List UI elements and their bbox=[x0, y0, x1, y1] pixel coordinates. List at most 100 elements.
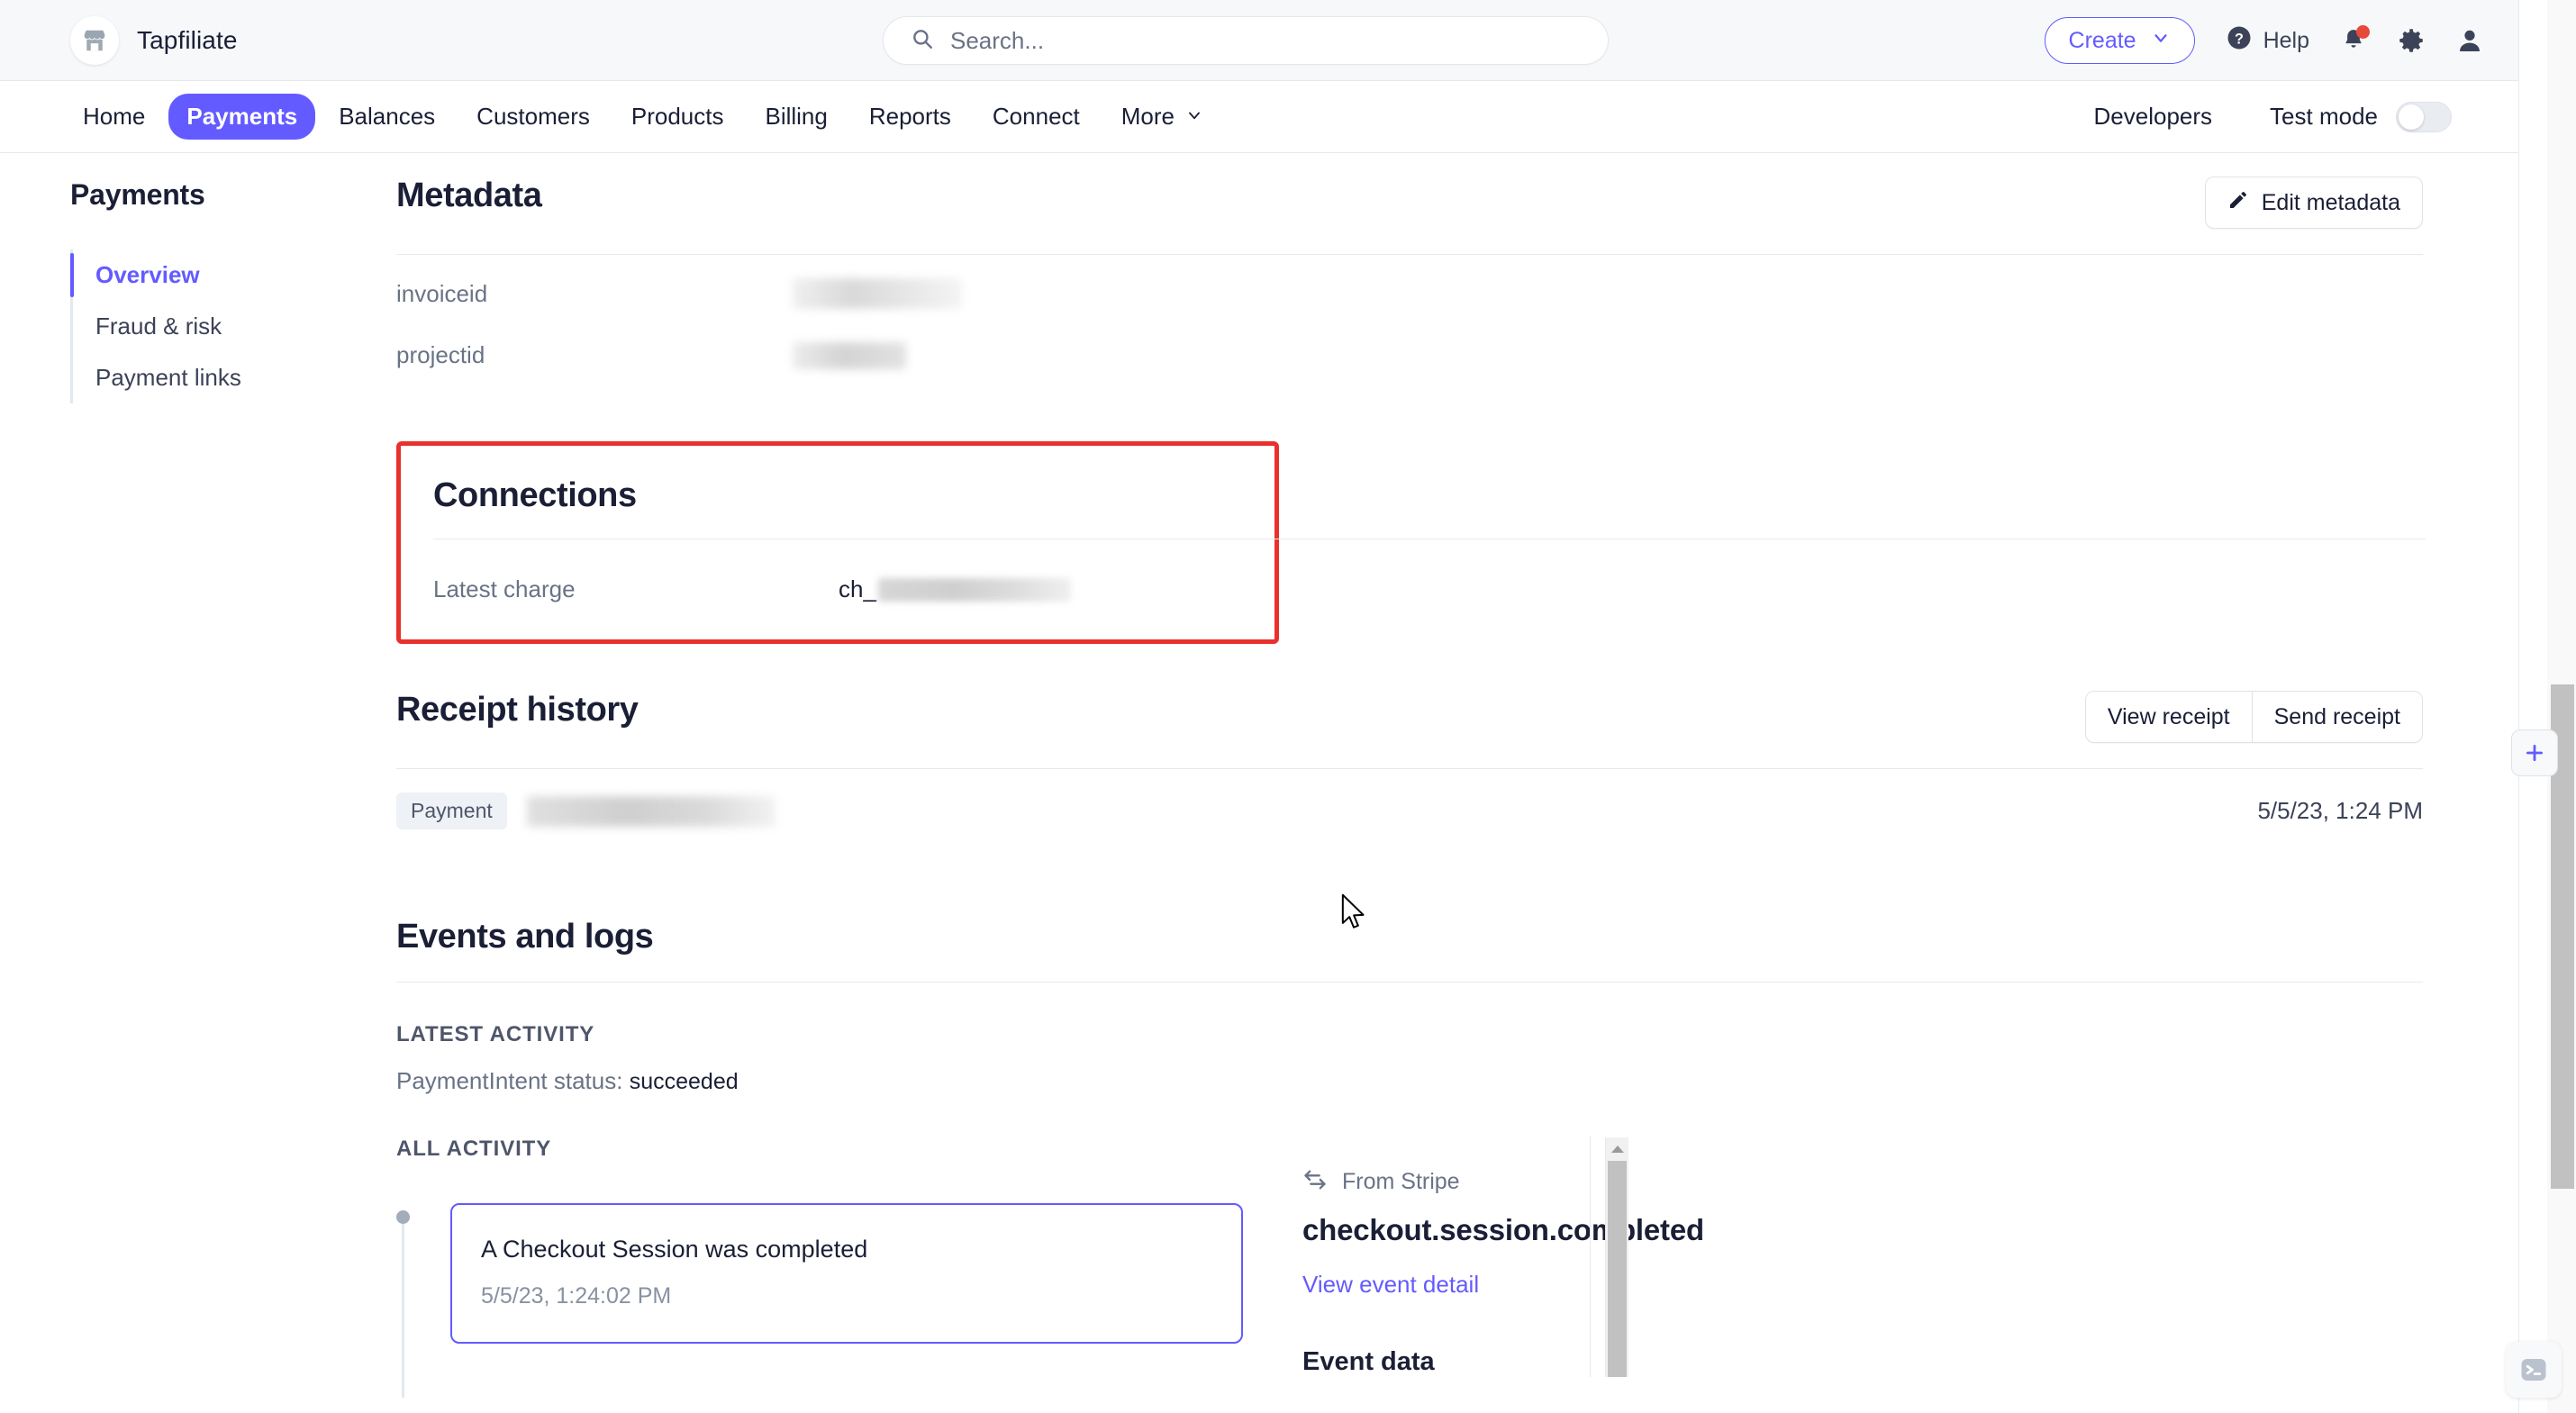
notifications-button[interactable] bbox=[2340, 25, 2370, 54]
chevron-down-icon bbox=[1185, 103, 1203, 131]
nav-item-payments[interactable]: Payments bbox=[168, 94, 316, 140]
edit-metadata-label: Edit metadata bbox=[2261, 189, 2400, 215]
main-content: Metadata Edit metadata invoiceid project… bbox=[396, 177, 2426, 1398]
send-receipt-button[interactable]: Send receipt bbox=[2252, 691, 2423, 743]
gear-icon bbox=[2399, 29, 2423, 52]
brand[interactable]: Tapfiliate bbox=[70, 15, 238, 65]
activity-timeline: A Checkout Session was completed 5/5/23,… bbox=[396, 1203, 1243, 1398]
event-detail-panel: From Stripe checkout.session.completed V… bbox=[1302, 1137, 2423, 1377]
receipt-history-row: Payment 5/5/23, 1:24 PM bbox=[396, 769, 2423, 849]
events-and-logs-divider bbox=[396, 982, 2423, 983]
connections-title: Connections bbox=[433, 476, 637, 514]
account-button[interactable] bbox=[2455, 26, 2484, 55]
view-receipt-button[interactable]: View receipt bbox=[2084, 691, 2253, 743]
settings-button[interactable] bbox=[2398, 27, 2425, 54]
nav-item-home[interactable]: Home bbox=[65, 94, 163, 140]
test-mode-toggle-group[interactable]: Test mode bbox=[2270, 101, 2452, 132]
payment-intent-status-prefix: PaymentIntent status: bbox=[396, 1067, 623, 1094]
connections-key: Latest charge bbox=[433, 575, 576, 602]
nav-item-connect[interactable]: Connect bbox=[975, 94, 1098, 140]
page-body: Payments Overview Fraud & risk Payment l… bbox=[0, 153, 2547, 1413]
timeline-dot bbox=[396, 1210, 410, 1224]
metadata-header: Metadata Edit metadata bbox=[396, 177, 2423, 229]
create-button[interactable]: Create bbox=[2044, 17, 2195, 64]
activity-item-timestamp: 5/5/23, 1:24:02 PM bbox=[481, 1283, 672, 1309]
sidebar-item-overview[interactable]: Overview bbox=[70, 249, 340, 301]
receipt-timestamp: 5/5/23, 1:24 PM bbox=[2257, 797, 2423, 824]
primary-nav: Home Payments Balances Customers Product… bbox=[0, 81, 2547, 153]
edit-metadata-button[interactable]: Edit metadata bbox=[2204, 177, 2423, 229]
connections-row-latest-charge: Latest charge ch_ bbox=[433, 539, 1242, 603]
nav-item-customers[interactable]: Customers bbox=[458, 94, 608, 140]
search-input[interactable]: Search... bbox=[950, 27, 1044, 55]
developers-link[interactable]: Developers bbox=[2094, 103, 2213, 131]
right-rail bbox=[2518, 0, 2547, 1413]
test-mode-label: Test mode bbox=[2270, 103, 2378, 130]
nav-item-products[interactable]: Products bbox=[613, 94, 742, 140]
svg-text:?: ? bbox=[2235, 31, 2244, 47]
nav-item-more-label: More bbox=[1120, 103, 1175, 130]
store-icon bbox=[70, 15, 119, 65]
metadata-key: projectid bbox=[396, 341, 485, 368]
chevron-up-icon[interactable] bbox=[1606, 1137, 1628, 1161]
view-event-detail-link[interactable]: View event detail bbox=[1302, 1271, 2423, 1299]
connections-section-highlight: Connections Latest charge ch_ bbox=[396, 441, 2426, 644]
all-activity-label: ALL ACTIVITY bbox=[396, 1137, 552, 1161]
help-button[interactable]: ? Help bbox=[2226, 24, 2309, 58]
nav-item-reports[interactable]: Reports bbox=[851, 94, 969, 140]
plus-icon bbox=[2526, 745, 2543, 761]
search-bar[interactable]: Search... bbox=[883, 16, 1609, 65]
latest-activity-label: LATEST ACTIVITY bbox=[396, 1022, 595, 1046]
payment-intent-status-value: succeeded bbox=[629, 1069, 739, 1094]
receipt-history-header: Receipt history View receipt Send receip… bbox=[396, 691, 2423, 743]
toggle-knob bbox=[2399, 104, 2424, 130]
top-bar: Tapfiliate Search... Create ? Help bbox=[0, 0, 2547, 81]
question-circle-icon: ? bbox=[2226, 24, 2253, 58]
events-and-logs-title: Events and logs bbox=[396, 918, 654, 956]
create-button-label: Create bbox=[2068, 27, 2136, 53]
payment-intent-status: PaymentIntent status: succeeded bbox=[396, 1067, 2423, 1095]
developer-terminal-button[interactable] bbox=[2506, 1342, 2562, 1398]
activity-scrollbar[interactable] bbox=[1605, 1137, 1628, 1377]
nav-item-billing[interactable]: Billing bbox=[747, 94, 845, 140]
sidebar-item-payment-links[interactable]: Payment links bbox=[70, 352, 340, 403]
latest-charge-value[interactable]: ch_ bbox=[839, 575, 1071, 603]
latest-charge-prefix: ch_ bbox=[839, 575, 876, 602]
sidebar-title: Payments bbox=[70, 178, 205, 211]
terminal-icon bbox=[2521, 1359, 2546, 1381]
metadata-key: invoiceid bbox=[396, 279, 488, 307]
arrows-exchange-icon bbox=[1302, 1167, 1328, 1197]
page-scrollbar[interactable] bbox=[2547, 0, 2576, 1413]
test-mode-toggle[interactable] bbox=[2396, 101, 2452, 132]
search-icon bbox=[911, 27, 934, 55]
receipt-email-redacted bbox=[526, 795, 776, 827]
events-and-logs-header: Events and logs bbox=[396, 918, 2423, 956]
metadata-row-invoiceid: invoiceid bbox=[396, 255, 2423, 325]
chevron-down-icon bbox=[2151, 28, 2171, 54]
event-source: From Stripe bbox=[1302, 1167, 2423, 1197]
user-avatar-icon bbox=[2460, 30, 2480, 51]
add-button[interactable] bbox=[2511, 729, 2558, 776]
event-data-heading: Event data bbox=[1302, 1347, 1435, 1376]
secondary-sidebar: Payments Overview Fraud & risk Payment l… bbox=[70, 178, 340, 403]
event-name: checkout.session.completed bbox=[1302, 1213, 1704, 1246]
metadata-value-redacted bbox=[793, 341, 906, 369]
metadata-value-redacted bbox=[793, 278, 962, 309]
receipt-type-badge: Payment bbox=[396, 793, 507, 829]
sidebar-item-fraud-risk[interactable]: Fraud & risk bbox=[70, 301, 340, 352]
top-bar-actions: Create ? Help bbox=[2044, 0, 2484, 81]
metadata-title: Metadata bbox=[396, 177, 542, 214]
activity-scrollbar-thumb[interactable] bbox=[1608, 1161, 1627, 1377]
timeline-line bbox=[402, 1219, 404, 1398]
latest-charge-redacted bbox=[877, 577, 1071, 602]
receipt-history-title: Receipt history bbox=[396, 691, 639, 729]
notification-badge bbox=[2356, 25, 2370, 39]
nav-item-balances[interactable]: Balances bbox=[321, 94, 453, 140]
activity-vertical-divider bbox=[1590, 1137, 1591, 1377]
all-activity-panel: ALL ACTIVITY A Checkout Session was comp… bbox=[396, 1137, 1243, 1398]
event-source-label: From Stripe bbox=[1342, 1169, 1460, 1194]
activity-item-checkout-session-completed[interactable]: A Checkout Session was completed 5/5/23,… bbox=[450, 1203, 1243, 1344]
metadata-row-projectid: projectid bbox=[396, 325, 2423, 385]
stripe-dashboard: Tapfiliate Search... Create ? Help Home … bbox=[0, 0, 2576, 1413]
nav-item-more[interactable]: More bbox=[1103, 94, 1221, 140]
